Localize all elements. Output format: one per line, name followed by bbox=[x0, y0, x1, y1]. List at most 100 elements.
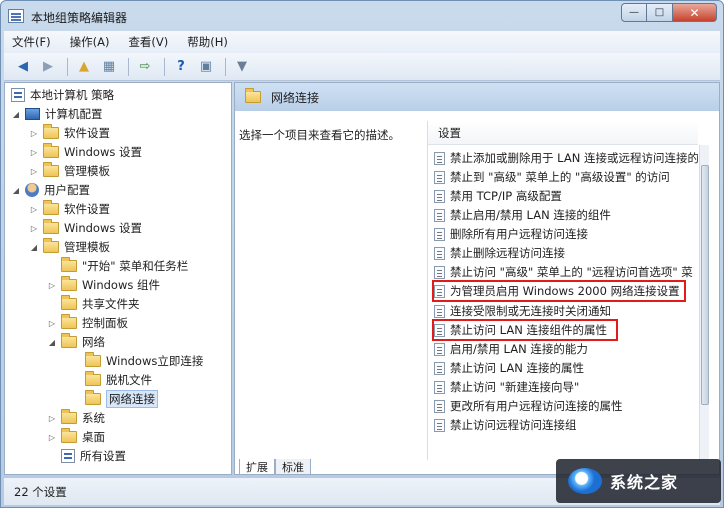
tree-node-network-connections[interactable]: 网络连接 bbox=[85, 390, 158, 408]
list-item-highlighted[interactable]: 禁止访问 LAN 连接组件的属性 bbox=[432, 319, 618, 341]
title-bar: 本地组策略编辑器 — □ ✕ bbox=[1, 1, 723, 31]
folder-icon bbox=[43, 238, 59, 253]
collapse-arrow-icon[interactable]: ▷ bbox=[29, 224, 39, 233]
folder-icon bbox=[43, 162, 59, 177]
expand-arrow-icon[interactable]: ◢ bbox=[47, 338, 57, 347]
tree-node-all-settings[interactable]: 所有设置 bbox=[61, 447, 126, 465]
list-item-highlighted[interactable]: 为管理员启用 Windows 2000 网络连接设置 bbox=[432, 280, 686, 302]
collapse-arrow-icon[interactable]: ▷ bbox=[29, 129, 39, 138]
tree-node-desktop[interactable]: ▷ 桌面 bbox=[47, 428, 105, 446]
properties-icon[interactable]: ▣ bbox=[195, 57, 217, 77]
computer-icon bbox=[25, 108, 40, 120]
tree-node-offline-files[interactable]: 脱机文件 bbox=[85, 371, 152, 389]
expand-arrow-icon[interactable]: ◢ bbox=[29, 243, 39, 252]
toolbar-separator bbox=[225, 57, 226, 76]
help-icon[interactable]: ? bbox=[170, 57, 192, 77]
toolbar-separator bbox=[128, 57, 129, 76]
list-item[interactable]: 连接受限制或无连接时关闭通知 bbox=[434, 302, 698, 320]
tree-node-computer-config[interactable]: ◢ 计算机配置 bbox=[11, 105, 103, 123]
folder-icon bbox=[61, 257, 77, 272]
tree-node-admin-templates[interactable]: ▷ 管理模板 bbox=[29, 162, 110, 180]
settings-column-header[interactable]: 设置 bbox=[428, 121, 698, 145]
tree-node-user-config[interactable]: ◢ 用户配置 bbox=[11, 181, 90, 199]
list-item[interactable]: 禁止访问远程访问连接组 bbox=[434, 416, 698, 434]
tree-node-label: Windows 设置 bbox=[64, 221, 142, 235]
menu-view[interactable]: 查看(V) bbox=[128, 34, 168, 50]
list-item[interactable]: 禁止到 "高级" 菜单上的 "高级设置" 的访问 bbox=[434, 168, 698, 186]
tab-extended[interactable]: 扩展 bbox=[239, 459, 275, 474]
forward-icon[interactable]: ▶ bbox=[37, 57, 59, 77]
toolbar-separator bbox=[67, 57, 68, 76]
list-item[interactable]: 更改所有用户远程访问连接的属性 bbox=[434, 397, 698, 415]
maximize-button[interactable]: □ bbox=[647, 3, 673, 22]
tree-node-windows-settings[interactable]: ▷ Windows 设置 bbox=[29, 143, 142, 161]
window-title: 本地组策略编辑器 bbox=[31, 11, 128, 25]
collapse-arrow-icon[interactable]: ▷ bbox=[29, 167, 39, 176]
menu-file[interactable]: 文件(F) bbox=[12, 34, 51, 50]
list-item[interactable]: 禁止启用/禁用 LAN 连接的组件 bbox=[434, 206, 698, 224]
folder-icon bbox=[61, 409, 77, 424]
close-button[interactable]: ✕ bbox=[673, 3, 717, 22]
setting-icon bbox=[434, 323, 445, 337]
vertical-scrollbar[interactable] bbox=[699, 145, 709, 460]
list-item[interactable]: 禁止访问 LAN 连接的属性 bbox=[434, 359, 698, 377]
folder-icon bbox=[43, 143, 59, 158]
tree-node-windows-components[interactable]: ▷ Windows 组件 bbox=[47, 276, 160, 294]
tree-node-windows-connect-now[interactable]: Windows立即连接 bbox=[85, 352, 203, 370]
show-hide-tree-icon[interactable]: ▦ bbox=[98, 57, 120, 77]
app-icon bbox=[8, 9, 24, 23]
tree-node-admin-templates[interactable]: ◢ 管理模板 bbox=[29, 238, 110, 256]
collapse-arrow-icon[interactable]: ▷ bbox=[29, 148, 39, 157]
setting-icon bbox=[434, 170, 445, 184]
export-list-icon[interactable]: ⇨ bbox=[134, 57, 156, 77]
setting-label: 禁止添加或删除用于 LAN 连接或远程访问连接的组 bbox=[450, 151, 698, 165]
tree-node-shared-folders[interactable]: 共享文件夹 bbox=[61, 295, 140, 313]
expand-arrow-icon[interactable]: ◢ bbox=[11, 110, 21, 119]
menu-action[interactable]: 操作(A) bbox=[70, 34, 110, 50]
minimize-button[interactable]: — bbox=[621, 3, 647, 22]
list-item[interactable]: 删除所有用户远程访问连接 bbox=[434, 225, 698, 243]
tree-node-system[interactable]: ▷ 系统 bbox=[47, 409, 105, 427]
tree-node-start-menu[interactable]: "开始" 菜单和任务栏 bbox=[61, 257, 188, 275]
folder-icon bbox=[85, 352, 101, 367]
up-folder-icon[interactable]: ▲ bbox=[73, 57, 95, 77]
collapse-arrow-icon[interactable]: ▷ bbox=[29, 205, 39, 214]
tree-node-local-policy[interactable]: 本地计算机 策略 bbox=[11, 86, 114, 104]
collapse-arrow-icon[interactable]: ▷ bbox=[47, 319, 57, 328]
tree-node-software-settings[interactable]: ▷ 软件设置 bbox=[29, 200, 110, 218]
setting-label: 禁止访问 "新建连接向导" bbox=[450, 380, 580, 394]
menu-help[interactable]: 帮助(H) bbox=[187, 34, 228, 50]
caption-buttons: — □ ✕ bbox=[621, 3, 717, 23]
setting-icon bbox=[434, 151, 445, 165]
folder-icon bbox=[43, 124, 59, 139]
list-item[interactable]: 禁止访问 "新建连接向导" bbox=[434, 378, 698, 396]
setting-label: 禁止访问 LAN 连接的属性 bbox=[450, 361, 584, 375]
setting-label: 连接受限制或无连接时关闭通知 bbox=[450, 304, 611, 318]
setting-icon bbox=[434, 418, 445, 432]
folder-icon bbox=[85, 390, 101, 405]
setting-label: 删除所有用户远程访问连接 bbox=[450, 227, 588, 241]
tree-node-control-panel[interactable]: ▷ 控制面板 bbox=[47, 314, 128, 332]
tree-node-software-settings[interactable]: ▷ 软件设置 bbox=[29, 124, 110, 142]
collapse-arrow-icon[interactable]: ▷ bbox=[47, 414, 57, 423]
expand-arrow-icon[interactable]: ◢ bbox=[11, 186, 21, 195]
list-item[interactable]: 禁用 TCP/IP 高级配置 bbox=[434, 187, 698, 205]
list-item[interactable]: 禁止访问 "高级" 菜单上的 "远程访问首选项" 菜 bbox=[434, 263, 698, 281]
back-icon[interactable]: ◀ bbox=[12, 57, 34, 77]
collapse-arrow-icon[interactable]: ▷ bbox=[47, 433, 57, 442]
filter-icon[interactable]: ▼ bbox=[231, 57, 253, 77]
setting-label: 禁止访问远程访问连接组 bbox=[450, 418, 577, 432]
toolbar-separator bbox=[164, 57, 165, 76]
tree-node-label: Windows 组件 bbox=[82, 278, 160, 292]
collapse-arrow-icon[interactable]: ▷ bbox=[47, 281, 57, 290]
tree-node-windows-settings[interactable]: ▷ Windows 设置 bbox=[29, 219, 142, 237]
list-item[interactable]: 启用/禁用 LAN 连接的能力 bbox=[434, 340, 698, 358]
list-item[interactable]: 禁止添加或删除用于 LAN 连接或远程访问连接的组 bbox=[434, 149, 698, 167]
tree-node-label: 软件设置 bbox=[64, 126, 110, 140]
tab-standard[interactable]: 标准 bbox=[275, 459, 311, 474]
setting-icon bbox=[434, 227, 445, 241]
tree-node-network[interactable]: ◢ 网络 bbox=[47, 333, 105, 351]
list-item[interactable]: 禁止删除远程访问连接 bbox=[434, 244, 698, 262]
scrollbar-thumb[interactable] bbox=[701, 165, 709, 405]
policy-tree: 本地计算机 策略 ◢ 计算机配置 ▷ 软件设置 ▷ Windows 设置 ▷ 管… bbox=[4, 82, 232, 475]
